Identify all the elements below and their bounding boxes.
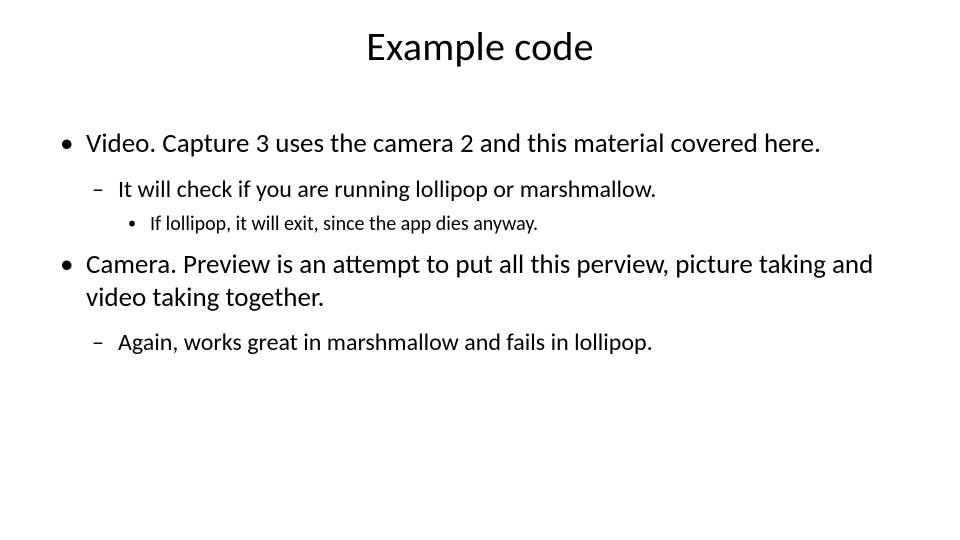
bullet-level1: Camera. Preview is an attempt to put all… (60, 249, 900, 315)
slide-title: Example code (0, 22, 960, 71)
bullet-level2: It will check if you are running lollipo… (92, 175, 900, 204)
bullet-list: Video. Capture 3 uses the camera 2 and t… (60, 128, 900, 358)
bullet-level3: If lollipop, it will exit, since the app… (128, 212, 900, 236)
slide: Example code Video. Capture 3 uses the c… (0, 0, 960, 540)
bullet-level2: Again, works great in marshmallow and fa… (92, 328, 900, 357)
bullet-level1: Video. Capture 3 uses the camera 2 and t… (60, 128, 900, 161)
slide-body: Video. Capture 3 uses the camera 2 and t… (60, 128, 900, 366)
